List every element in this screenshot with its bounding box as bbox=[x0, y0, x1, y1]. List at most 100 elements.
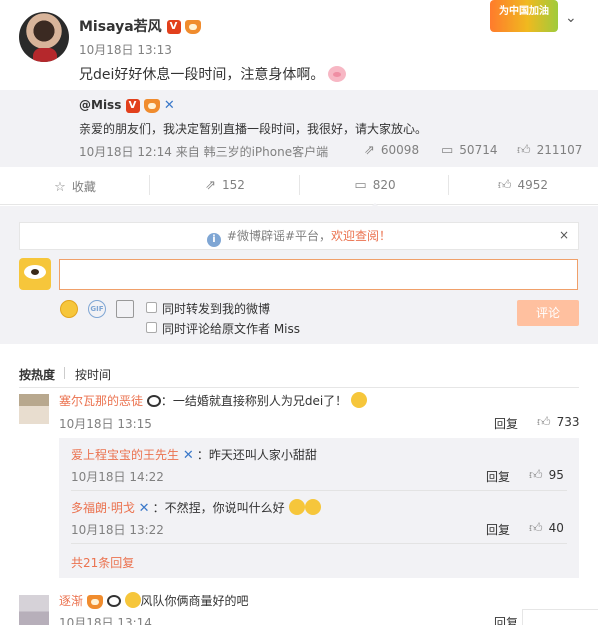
comment-original-checkbox[interactable] bbox=[146, 322, 157, 333]
quoted-repost-count: 60098 bbox=[380, 143, 420, 157]
repost-button[interactable]: ⇗ 152 bbox=[150, 178, 300, 193]
comment-icon: ▭ bbox=[441, 143, 454, 158]
reply-button[interactable]: 回复 bbox=[494, 614, 518, 625]
quoted-like-button[interactable]: 👍︎ 211107 bbox=[517, 143, 582, 158]
my-avatar[interactable] bbox=[19, 258, 51, 290]
divider bbox=[64, 367, 65, 379]
vip-crown-icon bbox=[86, 594, 103, 609]
repost-icon: ⇗ bbox=[364, 143, 375, 158]
post-time[interactable]: 10月18日 13:13 bbox=[79, 41, 172, 58]
reply-like-count: 40 bbox=[548, 521, 564, 535]
reply-like-button[interactable]: 👍︎ 95 bbox=[529, 468, 564, 483]
chevron-down-icon[interactable]: ⌄ bbox=[565, 10, 577, 26]
comment-author[interactable]: 塞尔瓦那的恶徒 bbox=[59, 394, 143, 408]
quoted-text: 亲爱的朋友们，我决定暂别直播一段时间，我很好，请大家放心。 bbox=[79, 122, 428, 136]
reply-author[interactable]: 爱上程宝宝的王先生 bbox=[71, 448, 179, 462]
info-icon: i bbox=[206, 233, 221, 247]
panda-badge-icon bbox=[106, 595, 121, 607]
divider bbox=[71, 490, 567, 491]
comment-input[interactable] bbox=[59, 259, 578, 290]
thumbs-up-icon: 👍︎ bbox=[537, 415, 551, 430]
quoted-comment-button[interactable]: ▭ 50714 bbox=[441, 143, 497, 158]
thumbs-up-icon: 👍︎ bbox=[529, 521, 543, 536]
comment-like-button[interactable]: 👍︎ 733 bbox=[537, 415, 580, 430]
fan-badge-icon: ✕ bbox=[182, 447, 194, 463]
favorite-label: 收藏 bbox=[71, 180, 96, 194]
reply-button[interactable]: 回复 bbox=[486, 468, 510, 485]
gif-icon[interactable]: GIF bbox=[88, 300, 106, 318]
quoted-time-source[interactable]: 10月18日 12:14 来自 韩三岁的iPhone客户端 bbox=[79, 143, 328, 160]
grin-emoji-icon bbox=[304, 499, 321, 515]
quoted-author-name[interactable]: @Miss bbox=[79, 98, 121, 112]
overlay-panel bbox=[522, 609, 598, 625]
quoted-comment-count: 50714 bbox=[459, 143, 498, 157]
submit-comment-button[interactable]: 评论 bbox=[517, 300, 579, 326]
notice-text: #微博辟谣#平台， bbox=[226, 229, 332, 243]
post-text-content: 兄dei好好休息一段时间，注意身体啊。 bbox=[79, 67, 325, 83]
grin-emoji-icon bbox=[288, 499, 305, 515]
comment-content: ：一结婚就直接称别人为兄dei了！ bbox=[160, 394, 348, 408]
vip-crown-icon bbox=[185, 20, 202, 34]
promo-banner[interactable]: 为中国加油 bbox=[490, 0, 558, 32]
thumbs-up-icon: 👍︎ bbox=[529, 468, 543, 483]
star-icon: ☆ bbox=[54, 180, 66, 195]
comment-avatar[interactable] bbox=[19, 595, 49, 625]
action-bar: ☆ 收藏 ⇗ 152 ▭ 820 👍︎ 4952 bbox=[0, 167, 598, 210]
panda-badge-icon bbox=[146, 395, 161, 407]
comment-text: 塞尔瓦那的恶徒 ：一结婚就直接称别人为兄dei了！ bbox=[59, 392, 368, 409]
reply-author[interactable]: 多福朗·明戈 bbox=[71, 501, 135, 515]
author-avatar[interactable] bbox=[19, 12, 69, 62]
repost-count: 152 bbox=[222, 178, 245, 192]
reply-text: 多福朗·明戈 ✕ ：不然捏，你说叫什么好 bbox=[71, 499, 321, 516]
post-text: 兄dei好好休息一段时间，注意身体啊。 bbox=[79, 64, 347, 84]
rumor-notice: i #微博辟谣#平台，欢迎查阅！ bbox=[19, 222, 579, 250]
like-button[interactable]: 👍︎ 4952 bbox=[448, 178, 598, 193]
comment-original-label[interactable]: 同时评论给原文作者 Miss bbox=[162, 320, 300, 337]
reply-like-button[interactable]: 👍︎ 40 bbox=[529, 521, 564, 536]
sort-hot-tab[interactable]: 按热度 bbox=[19, 366, 55, 383]
more-replies-link[interactable]: 共21条回复 bbox=[71, 554, 134, 571]
reply-content: ：不然捏，你说叫什么好 bbox=[152, 501, 285, 515]
quoted-like-count: 211107 bbox=[536, 143, 583, 157]
reply-button[interactable]: 回复 bbox=[494, 415, 518, 432]
post-author[interactable]: Misaya若风 V bbox=[79, 16, 202, 36]
image-icon[interactable] bbox=[116, 300, 134, 318]
thumbs-up-icon: 👍︎ bbox=[517, 143, 531, 158]
favorite-button[interactable]: ☆ 收藏 bbox=[0, 178, 150, 195]
post-author-name[interactable]: Misaya若风 bbox=[79, 19, 162, 35]
thumbs-up-icon: 👍︎ bbox=[497, 178, 512, 193]
face-emoji-icon bbox=[124, 592, 141, 608]
fan-badge-icon: ✕ bbox=[163, 97, 175, 113]
sort-time-tab[interactable]: 按时间 bbox=[75, 366, 111, 383]
vip-crown-icon bbox=[143, 98, 160, 113]
comment-time: 10月18日 13:14 bbox=[59, 616, 152, 625]
comment-time: 10月18日 13:15 bbox=[59, 417, 152, 431]
reply-like-count: 95 bbox=[548, 468, 564, 482]
verified-badge-icon: V bbox=[166, 20, 181, 34]
verified-badge-icon: V bbox=[125, 98, 140, 113]
comment-icon: ▭ bbox=[354, 178, 367, 193]
reply-time: 10月18日 14:22 bbox=[71, 470, 164, 484]
comment-content: 风队你俩商量好的吧 bbox=[140, 594, 249, 608]
close-icon[interactable]: × bbox=[559, 228, 569, 242]
quoted-author[interactable]: @Miss V ✕ bbox=[79, 98, 178, 113]
comment-button[interactable]: ▭ 820 bbox=[300, 178, 450, 193]
comment-count: 820 bbox=[372, 178, 396, 192]
quoted-repost-button[interactable]: ⇗ 60098 bbox=[364, 143, 419, 158]
repost-checkbox[interactable] bbox=[146, 302, 157, 313]
thinking-emoji-icon bbox=[351, 392, 368, 408]
divider bbox=[19, 387, 579, 388]
reply-content: ：昨天还叫人家小甜甜 bbox=[196, 448, 317, 462]
divider bbox=[71, 543, 567, 544]
comment-author[interactable]: 逐渐 bbox=[59, 594, 83, 608]
reply-text: 爱上程宝宝的王先生 ✕ ：昨天还叫人家小甜甜 bbox=[71, 446, 317, 463]
emoji-icon[interactable] bbox=[60, 300, 78, 318]
like-count: 4952 bbox=[517, 178, 549, 192]
fan-badge-icon: ✕ bbox=[138, 500, 150, 516]
repost-icon: ⇗ bbox=[205, 178, 216, 193]
comment-avatar[interactable] bbox=[19, 394, 49, 424]
reply-time: 10月18日 13:22 bbox=[71, 523, 164, 537]
repost-option-label[interactable]: 同时转发到我的微博 bbox=[162, 300, 270, 317]
reply-button[interactable]: 回复 bbox=[486, 521, 510, 538]
notice-link[interactable]: 欢迎查阅！ bbox=[331, 229, 391, 243]
